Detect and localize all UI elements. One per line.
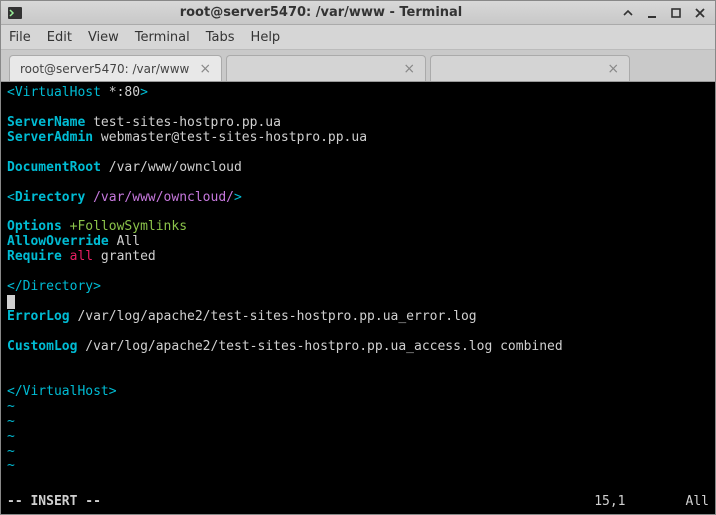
tab-label: root@server5470: /var/www [20, 62, 189, 76]
minimize-button[interactable] [643, 4, 661, 22]
roll-up-button[interactable] [619, 4, 637, 22]
tab-close-icon[interactable]: × [403, 61, 415, 77]
documentroot-keyword: DocumentRoot [7, 160, 101, 175]
vim-tilde: ~ [7, 458, 15, 473]
vim-scroll-indicator: All [686, 495, 709, 510]
maximize-button[interactable] [667, 4, 685, 22]
tab-inactive-1[interactable]: × [226, 55, 426, 81]
require-keyword: Require [7, 249, 62, 264]
text-cursor [7, 295, 15, 309]
directory-path: /var/www/owncloud/ [85, 190, 234, 205]
customlog-value: /var/log/apache2/test-sites-hostpro.pp.u… [77, 339, 562, 354]
directory-open-lt: < [7, 190, 15, 205]
vim-tilde: ~ [7, 444, 15, 459]
vim-tilde: ~ [7, 414, 15, 429]
vim-tilde: ~ [7, 429, 15, 444]
allowoverride-value: All [109, 234, 140, 249]
vim-mode: -- INSERT -- [7, 495, 101, 510]
vim-tilde: ~ [7, 399, 15, 414]
options-keyword: Options [7, 219, 62, 234]
terminal-content[interactable]: <VirtualHost *:80> ServerName test-sites… [1, 82, 715, 514]
servername-value: test-sites-hostpro.pp.ua [85, 115, 281, 130]
allowoverride-keyword: AllowOverride [7, 234, 109, 249]
menu-tabs[interactable]: Tabs [206, 30, 235, 45]
documentroot-value: /var/www/owncloud [101, 160, 242, 175]
tabbar: root@server5470: /var/www × × × [1, 50, 715, 82]
terminal-window: root@server5470: /var/www - Terminal Fil… [0, 0, 716, 515]
vim-cursor-position: 15,1 [594, 495, 625, 510]
menu-terminal[interactable]: Terminal [135, 30, 190, 45]
menu-edit[interactable]: Edit [47, 30, 72, 45]
errorlog-value: /var/log/apache2/test-sites-hostpro.pp.u… [70, 309, 477, 324]
vhost-close: </VirtualHost> [7, 384, 117, 399]
directory-close: </Directory> [7, 279, 101, 294]
servername-keyword: ServerName [7, 115, 85, 130]
require-all: all [62, 249, 93, 264]
vhost-arg: *:80 [101, 85, 140, 100]
tab-active[interactable]: root@server5470: /var/www × [9, 55, 222, 81]
menubar: File Edit View Terminal Tabs Help [1, 25, 715, 50]
directory-keyword: Directory [15, 190, 85, 205]
serveradmin-value: webmaster@test-sites-hostpro.pp.ua [93, 130, 367, 145]
directory-open-gt: > [234, 190, 242, 205]
tab-close-icon[interactable]: × [607, 61, 619, 77]
vhost-open-gt: > [140, 85, 148, 100]
options-value: +FollowSymlinks [62, 219, 187, 234]
vim-statusline: -- INSERT -- 15,1 All [7, 495, 709, 510]
tab-close-icon[interactable]: × [199, 61, 211, 77]
errorlog-keyword: ErrorLog [7, 309, 70, 324]
terminal-app-icon [7, 5, 23, 21]
require-granted: granted [93, 249, 156, 264]
tab-inactive-2[interactable]: × [430, 55, 630, 81]
titlebar: root@server5470: /var/www - Terminal [1, 1, 715, 25]
menu-help[interactable]: Help [251, 30, 281, 45]
window-title: root@server5470: /var/www - Terminal [29, 5, 613, 20]
serveradmin-keyword: ServerAdmin [7, 130, 93, 145]
customlog-keyword: CustomLog [7, 339, 77, 354]
menu-file[interactable]: File [9, 30, 31, 45]
vhost-open-tag: <VirtualHost [7, 85, 101, 100]
menu-view[interactable]: View [88, 30, 119, 45]
close-button[interactable] [691, 4, 709, 22]
